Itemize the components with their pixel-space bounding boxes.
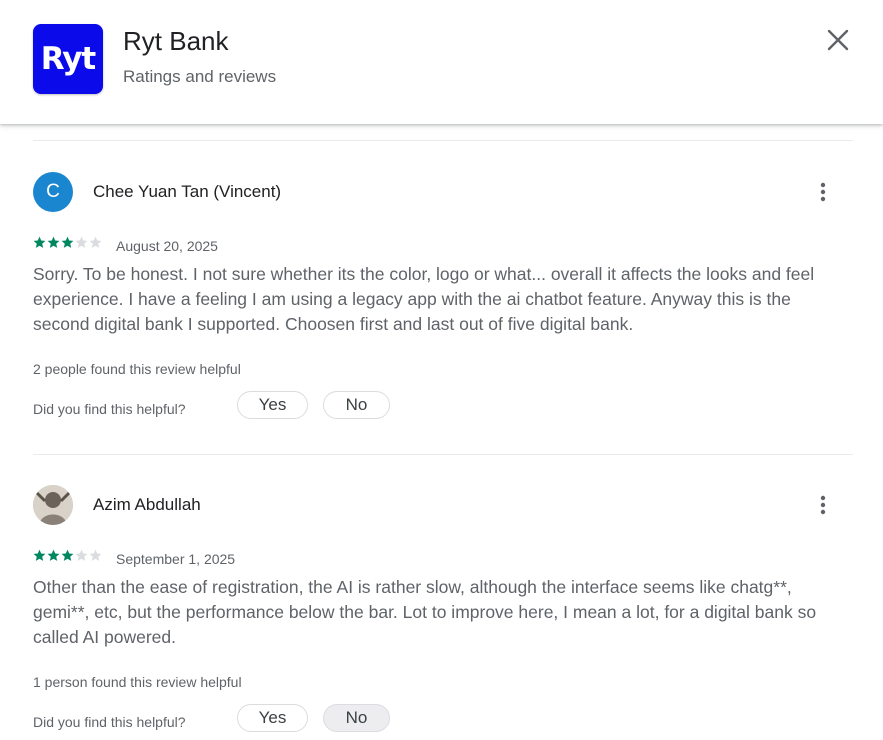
app-title: Ryt Bank: [123, 26, 229, 56]
app-icon-text: Ryt: [40, 41, 97, 77]
avatar-letter: C: [46, 181, 60, 202]
yes-button[interactable]: Yes: [237, 391, 308, 419]
avatar: [33, 485, 73, 525]
helpful-question: Did you find this helpful?: [33, 401, 186, 417]
star-empty-icon: [89, 236, 102, 248]
star-empty-icon: [75, 236, 88, 248]
reviewer-name: Azim Abdullah: [93, 495, 201, 514]
helpful-count: 2 people found this review helpful: [33, 361, 241, 377]
reviews-list[interactable]: C Chee Yuan Tan (Vincent) August 20, 202…: [0, 124, 883, 740]
avatar: C: [33, 172, 73, 212]
star-filled-icon: [33, 236, 46, 248]
no-button[interactable]: No: [323, 704, 390, 732]
star-filled-icon: [47, 549, 60, 561]
star-filled-icon: [61, 236, 74, 248]
review-text: Sorry. To be honest. I not sure whether …: [33, 264, 815, 334]
helpful-question: Did you find this helpful?: [33, 714, 186, 730]
review-text: Other than the ease of registration, the…: [33, 577, 817, 647]
more-options-button[interactable]: [808, 489, 838, 521]
star-filled-icon: [47, 236, 60, 248]
reviewer-name: Chee Yuan Tan (Vincent): [93, 182, 282, 201]
star-empty-icon: [89, 549, 102, 561]
star-filled-icon: [33, 549, 46, 561]
more-vert-icon: [820, 495, 826, 515]
review-date: September 1, 2025: [116, 551, 236, 567]
divider: [33, 140, 853, 141]
no-button[interactable]: No: [323, 391, 390, 419]
more-vert-icon: [820, 182, 826, 202]
star-rating: [33, 236, 102, 249]
ryt-bank-logo-icon: Ryt: [33, 24, 103, 94]
avatar-photo-icon: [33, 485, 73, 525]
dialog-header: Ryt Ryt Bank Ratings and reviews: [0, 0, 883, 124]
divider: [33, 454, 853, 455]
review-date: August 20, 2025: [116, 238, 218, 254]
app-subtitle: Ratings and reviews: [123, 67, 277, 86]
yes-button[interactable]: Yes: [237, 704, 308, 732]
helpful-count: 1 person found this review helpful: [33, 674, 242, 690]
star-empty-icon: [75, 549, 88, 561]
close-icon: [827, 29, 849, 51]
star-rating: [33, 549, 102, 562]
star-filled-icon: [61, 549, 74, 561]
more-options-button[interactable]: [808, 176, 838, 208]
close-button[interactable]: [822, 24, 854, 56]
